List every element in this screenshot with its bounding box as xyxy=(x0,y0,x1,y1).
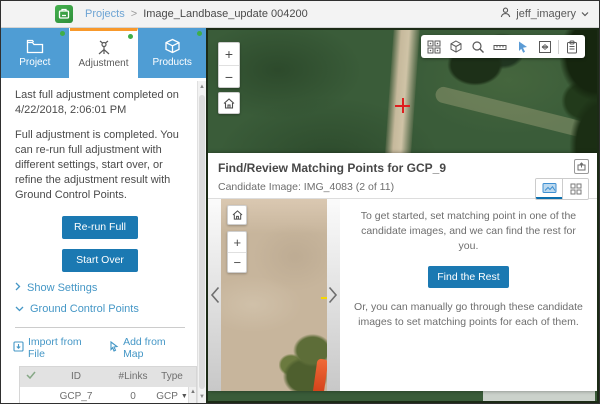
tab-products[interactable]: Products xyxy=(138,28,206,78)
gcp-section-toggle[interactable]: Ground Control Points xyxy=(15,303,185,315)
map-view[interactable]: + − xyxy=(206,28,599,403)
project-status-dot xyxy=(60,31,65,36)
next-image-button[interactable] xyxy=(327,199,340,391)
folder-icon xyxy=(26,39,44,54)
popout-icon[interactable] xyxy=(574,159,589,174)
gcp-type: GCP xyxy=(156,391,178,402)
top-bar: Projects > Image_Landbase_update 004200 … xyxy=(1,1,599,28)
app-window: Projects > Image_Landbase_update 004200 … xyxy=(0,0,600,404)
divider xyxy=(15,327,185,328)
map-attribution xyxy=(483,390,595,401)
zoom-in-button[interactable]: + xyxy=(219,43,239,65)
rerun-full-button[interactable]: Re-run Full xyxy=(62,216,138,239)
matching-point-marker-yellow[interactable] xyxy=(321,291,326,304)
single-image-view-icon[interactable] xyxy=(536,179,562,199)
gcp-id: GCP_7 xyxy=(42,391,110,402)
instructions-intro: To get started, set matching point in on… xyxy=(352,209,585,255)
chevron-right-icon xyxy=(328,286,338,304)
chevron-down-icon xyxy=(581,8,589,20)
tab-adjustment[interactable]: Adjustment xyxy=(70,28,139,78)
chevron-right-icon xyxy=(15,282,21,294)
import-file-icon xyxy=(13,341,24,355)
extent-icon[interactable] xyxy=(536,38,554,56)
review-instructions: To get started, set matching point in on… xyxy=(340,199,597,391)
candidate-image-label: Candidate Image: IMG_4083 (2 of 11) xyxy=(218,181,587,193)
candidate-image-viewer[interactable]: + − xyxy=(221,199,326,391)
col-id: ID xyxy=(42,371,110,382)
start-over-button[interactable]: Start Over xyxy=(62,249,138,272)
zoom-out-button[interactable]: − xyxy=(219,65,239,87)
gcp-links: 0 xyxy=(110,391,156,402)
import-from-file-link[interactable]: Import from File xyxy=(13,336,97,360)
tab-project[interactable]: Project xyxy=(1,28,70,78)
home-icon xyxy=(223,98,235,109)
viewer-home-button[interactable] xyxy=(227,205,247,225)
home-icon xyxy=(232,210,243,220)
add-from-map-link[interactable]: Add from Map xyxy=(109,336,185,360)
col-type: Type xyxy=(156,371,188,382)
adjustment-sidebar: Project Adjustment Products xyxy=(1,28,206,403)
tab-project-label: Project xyxy=(19,57,50,68)
username: jeff_imagery xyxy=(516,8,576,20)
search-icon[interactable] xyxy=(469,38,487,56)
user-icon xyxy=(500,7,511,21)
breadcrumb-separator: > xyxy=(131,8,137,20)
tab-adjustment-label: Adjustment xyxy=(78,58,128,69)
find-review-panel: Find/Review Matching Points for GCP_9 Ca… xyxy=(208,153,597,391)
table-row-gcp7[interactable]: GCP_70 GCP▼ xyxy=(20,387,196,404)
gcp-map-marker[interactable] xyxy=(395,98,410,113)
view-toggle xyxy=(535,178,589,200)
adjustment-description: Full adjustment is completed. You can re… xyxy=(15,128,185,204)
scrollbar-thumb[interactable] xyxy=(199,95,205,389)
breadcrumb-projects-link[interactable]: Projects xyxy=(85,8,125,20)
cube-icon xyxy=(164,38,181,54)
select-tool-icon[interactable] xyxy=(514,38,532,56)
products-status-dot xyxy=(197,31,202,36)
grid-view-icon[interactable] xyxy=(562,179,588,199)
map-toolbar xyxy=(421,35,585,58)
last-adjustment-status: Last full adjustment completed on 4/22/2… xyxy=(15,88,185,118)
home-extent-button[interactable] xyxy=(218,92,240,114)
breadcrumb: Projects > Image_Landbase_update 004200 xyxy=(85,8,500,20)
review-panel-title: Find/Review Matching Points for GCP_9 xyxy=(218,161,587,175)
gcp-section-label: Ground Control Points xyxy=(30,303,139,315)
type-dropdown-caret-icon[interactable]: ▼ xyxy=(181,393,188,400)
find-the-rest-button[interactable]: Find the Rest xyxy=(428,266,508,288)
add-from-map-label: Add from Map xyxy=(123,336,185,360)
measure-icon[interactable] xyxy=(491,38,509,56)
scroll-up-icon[interactable]: ▲ xyxy=(190,389,196,395)
viewer-zoom-in-button[interactable]: + xyxy=(228,232,246,252)
scroll-down-icon[interactable]: ▼ xyxy=(199,394,205,400)
map-zoom-control: + − xyxy=(218,42,240,88)
map-cursor-icon xyxy=(109,341,119,355)
scroll-up-icon[interactable]: ▲ xyxy=(199,84,205,90)
previous-image-button[interactable] xyxy=(208,199,221,391)
sidebar-scrollbar[interactable]: ▲ ▼ xyxy=(197,81,206,403)
check-column-icon xyxy=(20,371,42,382)
show-settings-label: Show Settings xyxy=(27,282,97,294)
tab-products-label: Products xyxy=(152,57,191,68)
basemap-icon[interactable] xyxy=(447,38,465,56)
adjustment-icon xyxy=(95,40,113,55)
instructions-manual: Or, you can manually go through these ca… xyxy=(352,300,585,330)
app-logo-icon[interactable] xyxy=(55,5,73,23)
show-settings-toggle[interactable]: Show Settings xyxy=(15,282,185,294)
user-menu[interactable]: jeff_imagery xyxy=(500,7,589,21)
chevron-down-icon xyxy=(15,303,24,315)
chevron-left-icon xyxy=(210,286,220,304)
image-collection-icon[interactable] xyxy=(425,38,443,56)
toolbar-divider xyxy=(558,40,559,54)
col-links: #Links xyxy=(110,371,156,382)
adjustment-status-dot xyxy=(128,34,133,39)
module-tabs: Project Adjustment Products xyxy=(1,28,206,78)
viewer-zoom-control: + − xyxy=(227,231,247,273)
adjustment-panel-content: Last full adjustment completed on 4/22/2… xyxy=(1,78,197,404)
import-from-file-label: Import from File xyxy=(28,336,97,360)
clipboard-icon[interactable] xyxy=(563,38,581,56)
breadcrumb-current-project: Image_Landbase_update 004200 xyxy=(143,8,308,20)
gcp-table: ID #Links Type GCP_70 GCP▼ GCP_80 GCP▼ xyxy=(19,366,197,404)
gcp-table-header: ID #Links Type xyxy=(20,367,196,387)
table-scrollbar[interactable]: ▲ ▼ xyxy=(188,387,196,404)
viewer-zoom-out-button[interactable]: − xyxy=(228,252,246,272)
